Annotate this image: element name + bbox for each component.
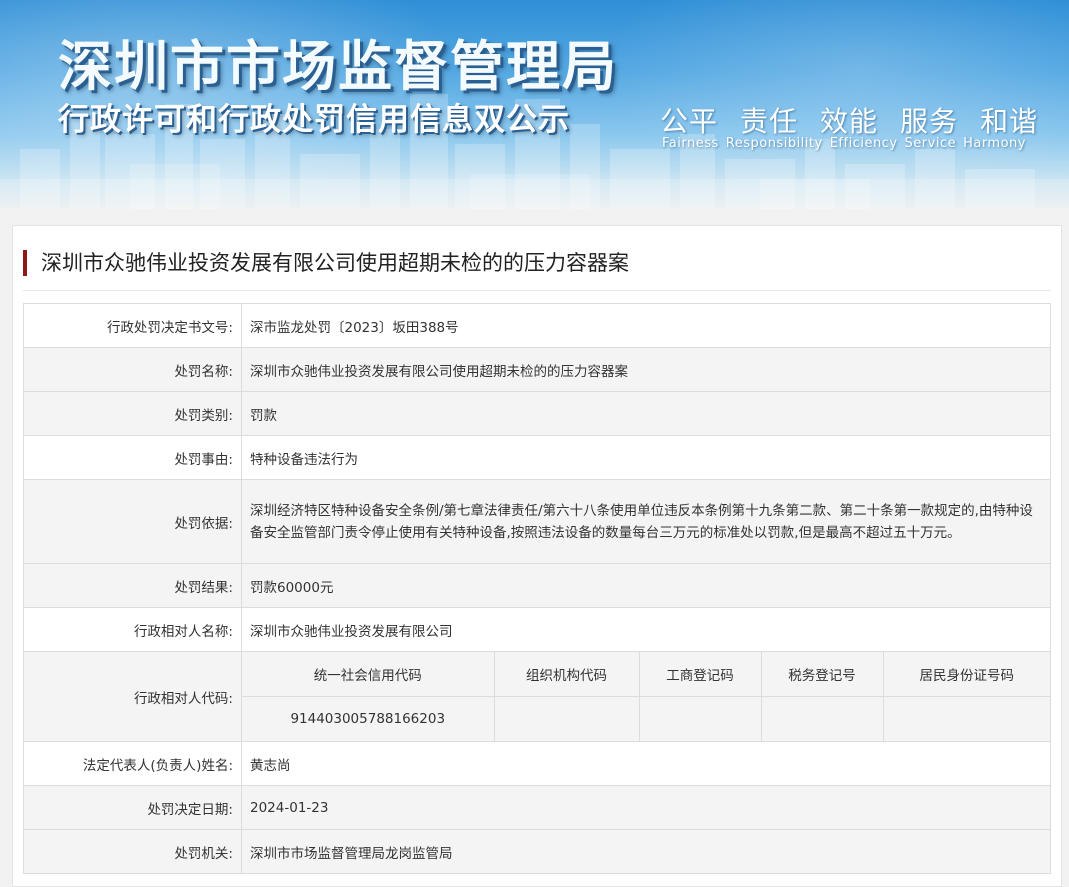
- slogan-english: Fairness Responsibility Efficiency Service H…: [662, 136, 1033, 151]
- field-value-penalty-name: 深圳市众驰伟业投资发展有限公司使用超期未检的的压力容器案: [241, 347, 1051, 392]
- table-row: 处罚结果: 罚款60000元: [23, 563, 1051, 608]
- org-code-value: [493, 696, 640, 741]
- slogan-word: 公平: [660, 105, 719, 138]
- codes-header: 工商登记码: [638, 652, 762, 697]
- case-detail-panel: 深圳市众驰伟业投资发展有限公司使用超期未检的的压力容器案 行政处罚决定书文号: …: [12, 225, 1062, 887]
- codes-header-row: 统一社会信用代码 组织机构代码 工商登记码 税务登记号 居民身份证号码: [242, 652, 1050, 697]
- field-value-legal-rep: 黄志尚: [241, 741, 1051, 786]
- slogan-word: 和谐: [980, 105, 1039, 138]
- field-label: 行政相对人名称:: [23, 607, 242, 652]
- table-row: 行政处罚决定书文号: 深市监龙处罚〔2023〕坂田388号: [23, 303, 1051, 348]
- codes-header: 组织机构代码: [493, 652, 640, 697]
- field-value-penalty-result: 罚款60000元: [241, 563, 1051, 608]
- header-banner: 深圳市市场监督管理局 行政许可和行政处罚信用信息双公示 公平 责任 效能 服务 和谐 F…: [0, 0, 1069, 209]
- field-value-authority: 深圳市市场监督管理局龙岗监管局: [241, 829, 1051, 874]
- codes-header: 居民身份证号码: [882, 652, 1050, 697]
- penalty-info-table: 行政处罚决定书文号: 深市监龙处罚〔2023〕坂田388号 处罚名称: 深圳市众…: [23, 303, 1051, 874]
- slogan-word: 效能: [820, 105, 879, 138]
- field-label: 处罚机关:: [23, 829, 242, 874]
- table-row: 行政相对人名称: 深圳市众驰伟业投资发展有限公司: [23, 607, 1051, 652]
- field-label: 处罚决定日期:: [23, 785, 242, 830]
- table-row: 处罚事由: 特种设备违法行为: [23, 435, 1051, 480]
- field-label: 处罚结果:: [23, 563, 242, 608]
- party-codes-table: 统一社会信用代码 组织机构代码 工商登记码 税务登记号 居民身份证号码 9144…: [242, 652, 1050, 741]
- title-divider: [23, 290, 1051, 291]
- table-row: 处罚决定日期: 2024-01-23: [23, 785, 1051, 830]
- field-value-decision-number: 深市监龙处罚〔2023〕坂田388号: [241, 303, 1051, 348]
- slogan-word: 责任: [740, 105, 799, 138]
- codes-value-row: 914403005788166203: [242, 696, 1050, 741]
- party-codes-cell: 统一社会信用代码 组织机构代码 工商登记码 税务登记号 居民身份证号码 9144…: [241, 651, 1051, 742]
- slogan-chinese: 公平 责任 效能 服务 和谐: [660, 100, 1060, 140]
- table-row: 处罚依据: 深圳经济特区特种设备安全条例/第七章法律责任/第六十八条使用单位违反…: [23, 479, 1051, 564]
- slogan-word-en: Harmony: [963, 136, 1026, 151]
- field-label: 处罚事由:: [23, 435, 242, 480]
- table-row: 处罚机关: 深圳市市场监督管理局龙岗监管局: [23, 829, 1051, 874]
- slogan-word-en: Fairness: [662, 136, 719, 151]
- codes-header: 统一社会信用代码: [242, 652, 495, 697]
- case-title: 深圳市众驰伟业投资发展有限公司使用超期未检的的压力容器案: [23, 250, 629, 276]
- credit-code-value: 914403005788166203: [242, 696, 495, 741]
- field-value-penalty-reason: 特种设备违法行为: [241, 435, 1051, 480]
- site-subtitle: 行政许可和行政处罚信用信息双公示: [58, 102, 570, 138]
- field-value-penalty-basis: 深圳经济特区特种设备安全条例/第七章法律责任/第六十八条使用单位违反本条例第十九…: [241, 479, 1051, 564]
- codes-header: 税务登记号: [760, 652, 884, 697]
- slogan-word: 服务: [900, 105, 959, 138]
- field-value-penalty-type: 罚款: [241, 391, 1051, 436]
- table-row: 处罚类别: 罚款: [23, 391, 1051, 436]
- slogan-word-en: Responsibility: [725, 136, 823, 151]
- field-label: 行政处罚决定书文号:: [23, 303, 242, 348]
- agency-title: 深圳市市场监督管理局: [58, 35, 618, 98]
- field-value-decision-date: 2024-01-23: [241, 785, 1051, 830]
- table-row: 处罚名称: 深圳市众驰伟业投资发展有限公司使用超期未检的的压力容器案: [23, 347, 1051, 392]
- field-value-party-name: 深圳市众驰伟业投资发展有限公司: [241, 607, 1051, 652]
- table-row: 行政相对人代码: 统一社会信用代码 组织机构代码 工商登记码 税务登记号 居民身…: [23, 651, 1051, 742]
- field-label: 法定代表人(负责人)姓名:: [23, 741, 242, 786]
- business-reg-value: [638, 696, 762, 741]
- slogan-word-en: Service: [904, 136, 957, 151]
- tax-reg-value: [760, 696, 884, 741]
- field-label: 处罚类别:: [23, 391, 242, 436]
- field-label: 处罚依据:: [23, 479, 242, 564]
- field-label: 行政相对人代码:: [23, 651, 242, 742]
- slogan-word-en: Efficiency: [829, 136, 898, 151]
- field-label: 处罚名称:: [23, 347, 242, 392]
- table-row: 法定代表人(负责人)姓名: 黄志尚: [23, 741, 1051, 786]
- id-number-value: [882, 696, 1050, 741]
